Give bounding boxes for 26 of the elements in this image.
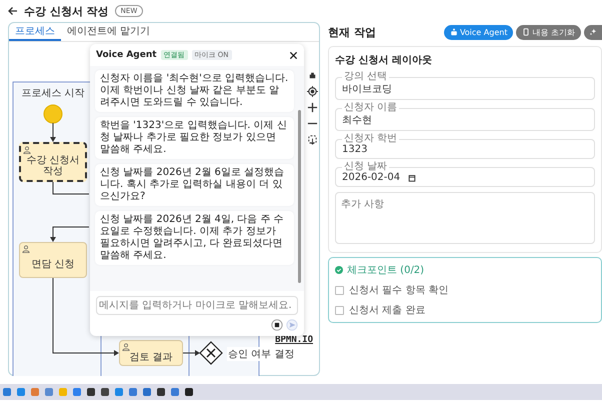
- user-task[interactable]: 수강 신청서 작성: [19, 142, 87, 182]
- checklist-item-label: 신청서 제출 완료: [349, 304, 426, 317]
- chat-message: 신청 날짜를 2026년 2월 4일, 다음 주 수요일로 수정했습니다. 이제 추가 정보가 필요하시면 알려주시고, 다 완료되셨다면 말씀해 주세요.: [95, 211, 294, 265]
- section-title: 현재 작업: [328, 24, 376, 40]
- page-title: 수강 신청서 작성: [24, 4, 109, 18]
- tab[interactable]: 에이전트에 맡기기: [61, 23, 156, 41]
- text-field[interactable]: 강의 선택 바이브코딩: [335, 72, 595, 100]
- message-input[interactable]: 메시지를 입력하거나 마이크로 말해보세요.: [96, 296, 298, 315]
- text-field[interactable]: 신청자 학번 1323: [335, 134, 595, 159]
- event-label: 프로세스 시작: [20, 87, 86, 100]
- checklist-title: 체크포인트 (0/2): [347, 264, 424, 277]
- voice-agent-button[interactable]: Voice Agent: [444, 24, 514, 40]
- checklist-item-label: 신청서 필수 항목 확인: [349, 284, 449, 297]
- user-task[interactable]: 면담 신청: [19, 242, 87, 278]
- text-field[interactable]: 신청자 이름 최수현: [335, 103, 595, 131]
- notes-field[interactable]: 추가 사항: [335, 192, 595, 244]
- panel-title: Voice Agent: [96, 50, 157, 60]
- chat-message: 신청 날짜를 2026년 2월 6일로 설정했습니다. 혹시 추가로 입력하실 내용이 더 있으신가요?: [95, 164, 294, 206]
- chat-message: 신청자 이름을 '최수현'으로 입력했습니다. 이제 학번이나 신청 날짜 같은 부분도 알려주시면 도와드릴 수 있습니다.: [95, 70, 294, 112]
- user-task[interactable]: 검토 결과: [119, 340, 183, 366]
- tab[interactable]: 프로세스: [9, 23, 61, 41]
- reset-button[interactable]: 내용 초기화: [516, 24, 581, 40]
- chat-message: 학번을 '1323'으로 입력했습니다. 이제 신청 날짜나 추가로 필요한 정보가 있으면 말씀해 주세요.: [95, 117, 294, 159]
- date-field[interactable]: 신청 날짜 2026-02-04: [335, 162, 595, 187]
- form-title: 수강 신청서 레이아웃: [335, 54, 433, 68]
- gateway-label: 승인 여부 결정: [227, 347, 296, 361]
